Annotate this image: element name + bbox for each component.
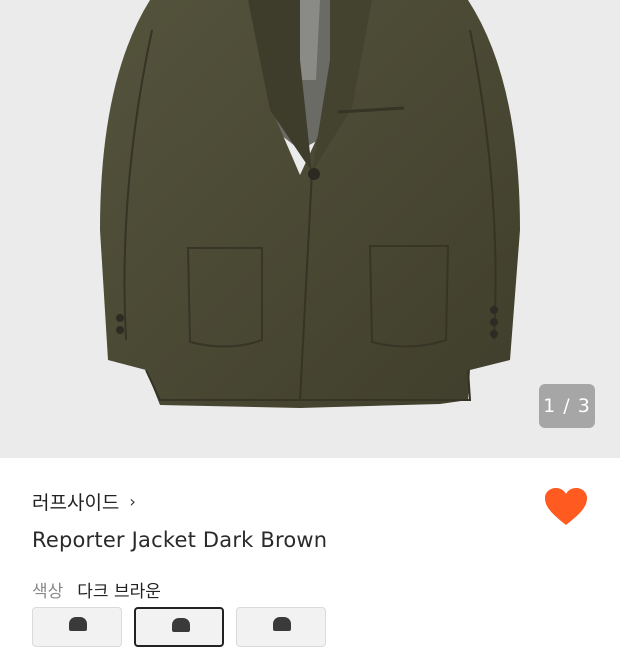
brand-name: 러프사이드 bbox=[32, 492, 120, 514]
color-option-row: 색상 다크 브라운 bbox=[32, 577, 161, 602]
color-swatch[interactable] bbox=[32, 607, 122, 647]
product-image-gallery[interactable]: 1 / 3 bbox=[0, 0, 620, 458]
chevron-right-icon: › bbox=[129, 492, 136, 511]
brand-link[interactable]: 러프사이드 › bbox=[32, 488, 136, 515]
jacket-thumbnail-icon bbox=[69, 617, 87, 631]
color-value: 다크 브라운 bbox=[77, 582, 161, 602]
color-swatch-selected[interactable] bbox=[134, 607, 224, 647]
product-title: Reporter Jacket Dark Brown bbox=[32, 528, 328, 552]
image-counter-badge: 1 / 3 bbox=[539, 384, 595, 428]
like-heart-icon[interactable] bbox=[544, 487, 588, 527]
jacket-product-image bbox=[100, 0, 520, 408]
jacket-thumbnail-icon bbox=[172, 618, 190, 632]
color-swatch-list bbox=[32, 607, 326, 647]
jacket-thumbnail-icon bbox=[273, 617, 291, 631]
color-label: 색상 bbox=[32, 582, 64, 602]
color-swatch[interactable] bbox=[236, 607, 326, 647]
